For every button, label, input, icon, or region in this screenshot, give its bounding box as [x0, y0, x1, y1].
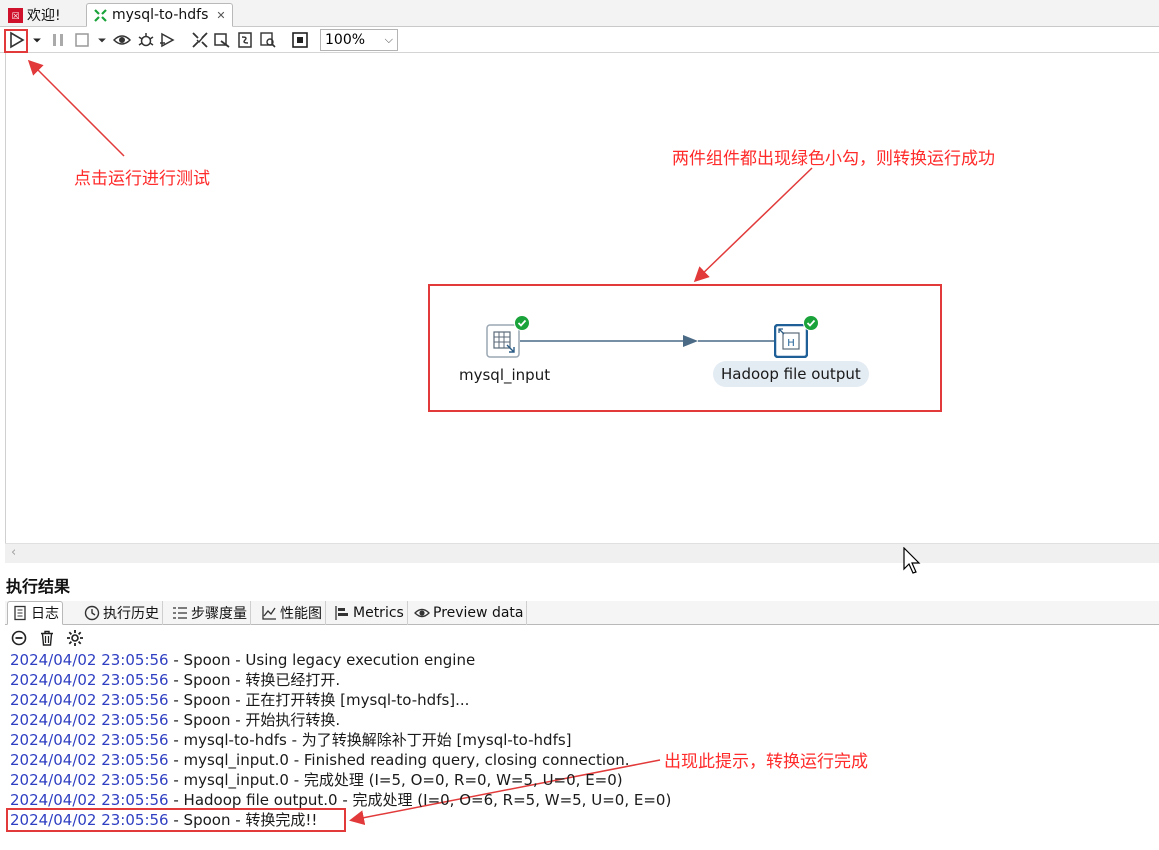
tab-metrics[interactable]: Metrics: [330, 601, 408, 625]
success-check-icon: [803, 315, 819, 331]
log-toolbar: [8, 627, 86, 649]
tab-log[interactable]: 日志: [7, 601, 63, 625]
performance-chart-icon: [262, 606, 276, 620]
svg-text:H: H: [787, 338, 795, 349]
clear-log-button[interactable]: [8, 628, 30, 648]
step-label-mysql-input: mysql_input: [459, 366, 551, 384]
collapse-icon: [11, 630, 27, 646]
tab-step-metrics-label: 步骤度量: [191, 606, 247, 622]
gear-icon: [67, 630, 83, 646]
history-icon: [84, 605, 100, 621]
tab-log-label: 日志: [31, 606, 59, 622]
step-metrics-icon: [173, 607, 187, 619]
scroll-left-icon[interactable]: ‹: [11, 545, 16, 560]
tab-performance-chart[interactable]: 性能图: [257, 601, 326, 625]
tab-preview-data[interactable]: Preview data: [410, 601, 528, 625]
preview-data-icon: [414, 608, 430, 618]
success-check-icon: [514, 315, 530, 331]
log-line: 2024/04/02 23:05:56 - mysql-to-hdfs - 为了…: [10, 731, 572, 749]
results-panel-title: 执行结果: [6, 577, 71, 596]
log-settings-button[interactable]: [64, 628, 86, 648]
log-output[interactable]: 2024/04/02 23:05:56 - Spoon - Using lega…: [10, 650, 1150, 830]
log-line: 2024/04/02 23:05:56 - Spoon - Using lega…: [10, 651, 476, 669]
log-line: 2024/04/02 23:05:56 - Spoon - 转换已经打开.: [10, 671, 341, 689]
table-input-icon: [486, 324, 520, 358]
final-log-highlight: [6, 808, 346, 832]
metrics-icon: [335, 606, 348, 620]
log-line: 2024/04/02 23:05:56 - mysql_input.0 - 完成…: [10, 771, 623, 789]
tab-performance-chart-label: 性能图: [280, 606, 322, 622]
step-mysql-input[interactable]: [486, 324, 520, 358]
step-label-hadoop-file-output: Hadoop file output: [713, 361, 869, 387]
canvas-horizontal-scrollbar[interactable]: ‹: [5, 543, 1159, 563]
log-icon: [14, 605, 26, 621]
tab-execution-history[interactable]: 执行历史: [80, 601, 163, 625]
tab-execution-history-label: 执行历史: [103, 606, 159, 622]
log-line: 2024/04/02 23:05:56 - Spoon - 开始执行转换.: [10, 711, 341, 729]
log-line: 2024/04/02 23:05:56 - Spoon - 正在打开转换 [my…: [10, 691, 470, 709]
trash-icon: [41, 630, 53, 646]
hadoop-output-icon: H: [773, 323, 809, 359]
tab-step-metrics[interactable]: 步骤度量: [168, 601, 251, 625]
log-line: 2024/04/02 23:05:56 - mysql_input.0 - Fi…: [10, 751, 630, 769]
tab-metrics-label: Metrics: [353, 605, 404, 621]
step-hadoop-file-output[interactable]: H: [773, 323, 809, 359]
tab-preview-data-label: Preview data: [433, 605, 524, 621]
delete-log-button[interactable]: [36, 628, 58, 648]
results-tab-bar: 日志 执行历史 步骤度量 性能图 Metrics Preview data: [5, 601, 1159, 625]
log-line: 2024/04/02 23:05:56 - Hadoop file output…: [10, 791, 672, 809]
mouse-cursor-icon: [903, 547, 921, 574]
